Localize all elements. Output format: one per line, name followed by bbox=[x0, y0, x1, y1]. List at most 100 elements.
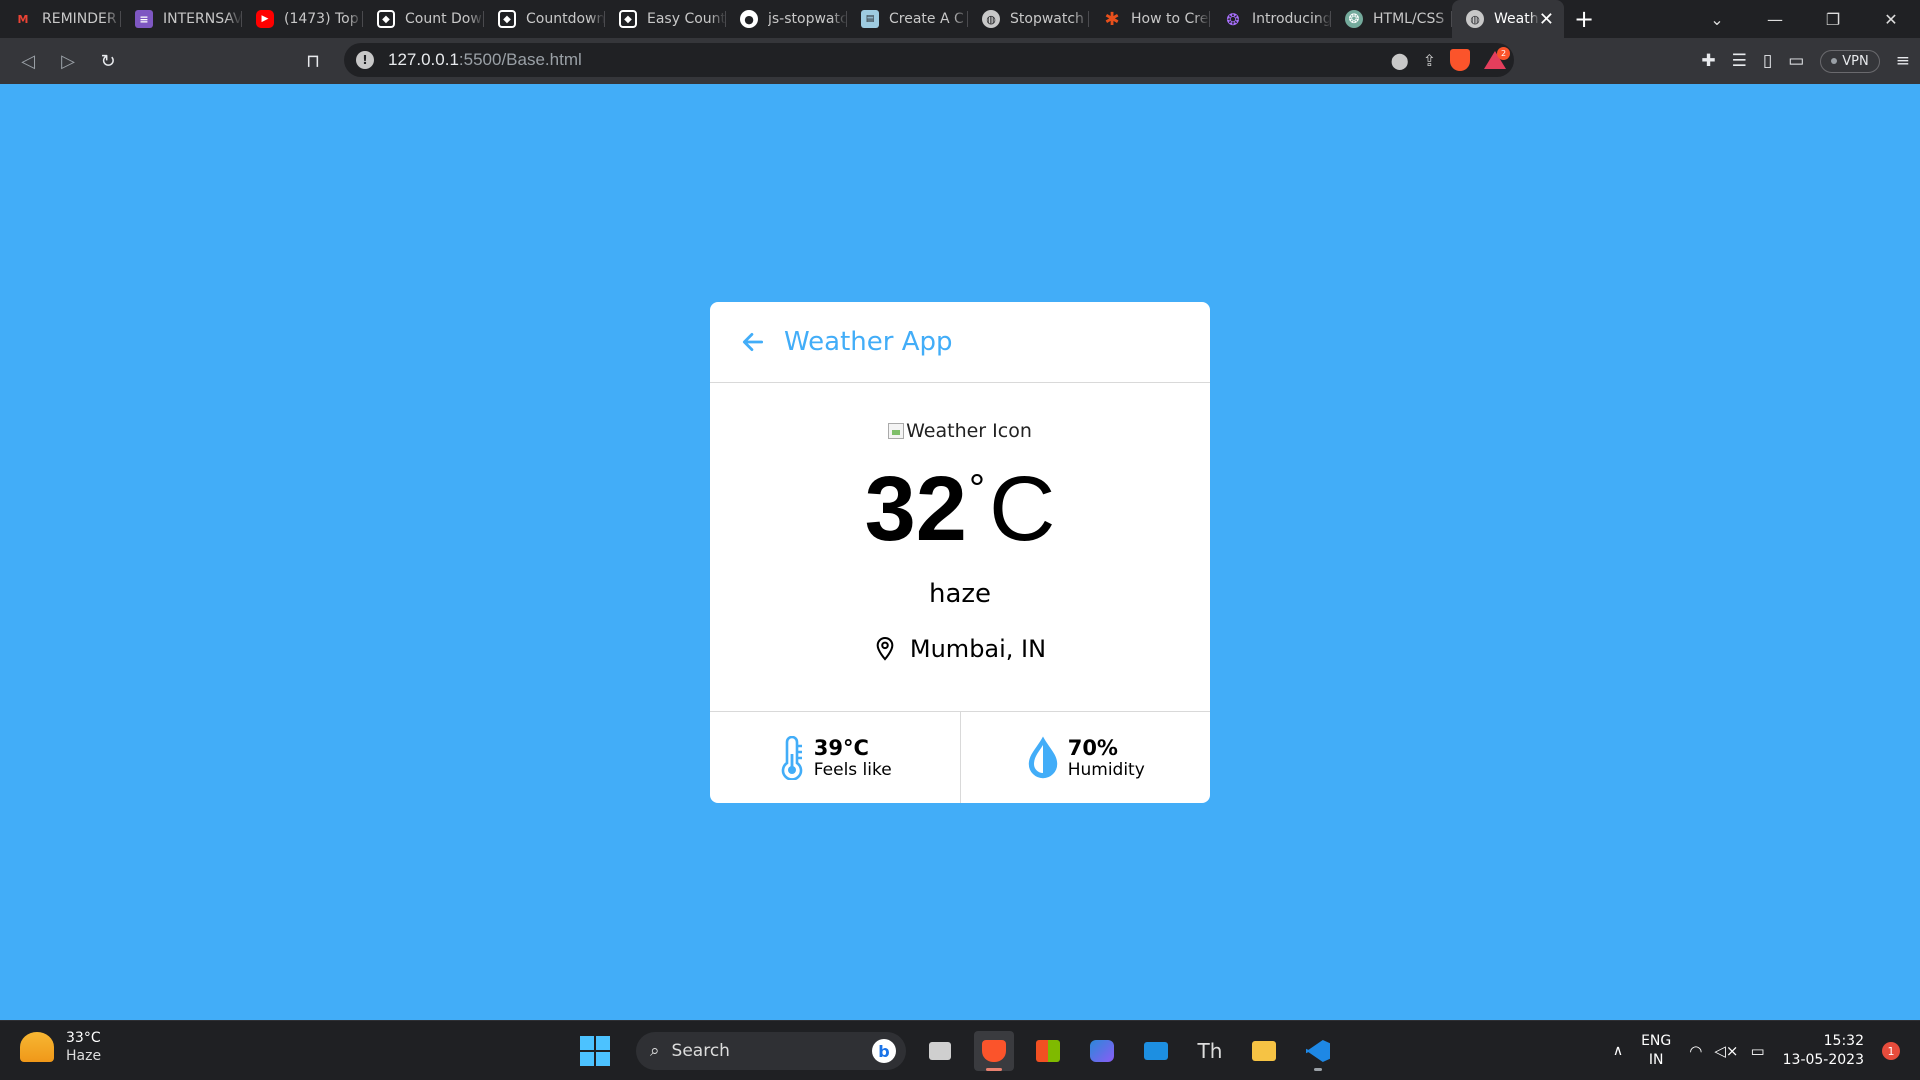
feels-like-label: Feels like bbox=[813, 759, 892, 780]
globe-icon: ◍ bbox=[982, 10, 1000, 28]
url-path: :5500/Base.html bbox=[458, 50, 582, 69]
battery-icon: ▭ bbox=[1750, 1042, 1765, 1060]
clock[interactable]: 15:32 13-05-2023 bbox=[1783, 1032, 1864, 1070]
tab-search-icon[interactable]: ⌄ bbox=[1688, 10, 1746, 29]
microsoft-store-icon[interactable] bbox=[1028, 1031, 1068, 1071]
language-indicator[interactable]: ENG IN bbox=[1641, 1032, 1671, 1070]
chevron-up-icon[interactable]: ∧ bbox=[1613, 1043, 1623, 1059]
tab-strip: M REMINDER ≡ INTERNSAV ▶ (1473) Top ◆ Co… bbox=[0, 0, 1920, 38]
tab-github[interactable]: ● js-stopwatc bbox=[726, 0, 847, 38]
tab-title: HTML/CSS bbox=[1373, 11, 1445, 27]
share-icon[interactable]: ⇪ bbox=[1423, 51, 1436, 70]
reload-icon[interactable]: ↻ bbox=[88, 41, 128, 81]
new-tab-button[interactable]: + bbox=[1564, 5, 1604, 33]
tab-codepen-3[interactable]: ◆ Easy Count bbox=[605, 0, 726, 38]
brave-shields-icon[interactable] bbox=[1450, 49, 1470, 71]
asterisk-icon: ✱ bbox=[1104, 8, 1120, 30]
feels-like-value: 39°C bbox=[813, 735, 869, 760]
forward-icon[interactable]: ▷ bbox=[48, 41, 88, 81]
weather-main: Weather Icon 32 ° C haze Mumbai, IN bbox=[710, 383, 1210, 712]
browser-toolbar: ◁ ▷ ↻ ⊓ ! 127.0.0.1:5500/Base.html ⬤ ⇪ 2… bbox=[0, 38, 1920, 84]
rewards-badge: 2 bbox=[1497, 47, 1510, 60]
openai-icon: ❂ bbox=[1226, 9, 1240, 29]
brave-browser-icon[interactable] bbox=[974, 1031, 1014, 1071]
tab-stopwatch[interactable]: ◍ Stopwatch bbox=[968, 0, 1089, 38]
tab-gmail[interactable]: M REMINDER bbox=[0, 0, 121, 38]
bing-icon[interactable]: b bbox=[872, 1039, 896, 1063]
location-pin-icon bbox=[876, 636, 894, 661]
globe-icon: ◍ bbox=[1466, 10, 1484, 28]
clock-date: 13-05-2023 bbox=[1782, 1052, 1864, 1068]
haze-sun-icon bbox=[20, 1032, 54, 1062]
sidebar-icon[interactable]: ▯ bbox=[1763, 51, 1772, 71]
tab-codepen-1[interactable]: ◆ Count Dow bbox=[363, 0, 484, 38]
tab-youtube[interactable]: ▶ (1473) Top bbox=[242, 0, 363, 38]
vpn-button[interactable]: VPN bbox=[1820, 49, 1880, 73]
tab-title: Introducing bbox=[1252, 11, 1331, 27]
close-icon[interactable]: ✕ bbox=[1539, 9, 1554, 30]
humidity: 70% Humidity bbox=[961, 712, 1211, 803]
url-host: 127.0.0.1 bbox=[388, 50, 459, 69]
tab-create[interactable]: ▤ Create A C bbox=[847, 0, 968, 38]
codepen-icon: ◆ bbox=[377, 10, 395, 28]
windows-start-icon[interactable] bbox=[580, 1036, 610, 1066]
volume-muted-icon: ◁× bbox=[1714, 1042, 1739, 1060]
file-explorer-icon[interactable] bbox=[1244, 1031, 1284, 1071]
language-code: ENG bbox=[1641, 1033, 1672, 1049]
wallet-icon[interactable]: ▭ bbox=[1788, 51, 1804, 71]
vpn-label: VPN bbox=[1842, 53, 1869, 69]
vscode-icon[interactable] bbox=[1298, 1031, 1338, 1071]
address-bar-actions: ⬤ ⇪ 2 bbox=[1391, 43, 1510, 77]
tab-title: (1473) Top bbox=[284, 11, 359, 27]
copilot-icon[interactable] bbox=[1082, 1031, 1122, 1071]
openai-icon: ❂ bbox=[1345, 10, 1363, 28]
restore-icon[interactable]: ❐ bbox=[1804, 10, 1862, 29]
bookmark-icon[interactable]: ⊓ bbox=[293, 41, 333, 81]
url-text[interactable]: 127.0.0.1:5500/Base.html bbox=[388, 50, 582, 70]
address-bar[interactable]: ! 127.0.0.1:5500/Base.html ⬤ ⇪ 2 bbox=[344, 43, 1514, 77]
back-arrow-icon[interactable] bbox=[740, 329, 766, 355]
tab-internsav[interactable]: ≡ INTERNSAV bbox=[121, 0, 242, 38]
task-view-icon[interactable] bbox=[920, 1031, 960, 1071]
mail-icon[interactable] bbox=[1136, 1031, 1176, 1071]
site-info-icon[interactable]: ! bbox=[356, 51, 374, 69]
menu-icon[interactable]: ≡ bbox=[1896, 51, 1910, 71]
tray-icons[interactable]: ◠ ◁× ▭ bbox=[1689, 1042, 1764, 1060]
page-icon: ▤ bbox=[861, 10, 879, 28]
minimize-icon[interactable]: — bbox=[1746, 10, 1804, 29]
taskbar-weather-widget[interactable]: 33°C Haze bbox=[20, 1029, 101, 1065]
humidity-value: 70% bbox=[1067, 735, 1118, 760]
language-region: IN bbox=[1648, 1052, 1664, 1068]
location-icon[interactable]: ⬤ bbox=[1391, 51, 1409, 70]
app-title: Weather App bbox=[784, 327, 953, 357]
back-icon[interactable]: ◁ bbox=[8, 41, 48, 81]
feels-like-text: 39°C Feels like bbox=[814, 736, 892, 780]
brave-rewards-icon[interactable]: 2 bbox=[1484, 47, 1510, 69]
taskbar-weather-text: 33°C Haze bbox=[66, 1029, 101, 1065]
tab-title: Easy Count bbox=[647, 11, 726, 27]
tab-title: REMINDER bbox=[42, 11, 117, 27]
humidity-label: Humidity bbox=[1067, 759, 1145, 780]
tab-howto[interactable]: ✱ How to Cre bbox=[1089, 0, 1210, 38]
taskbar-search[interactable]: ⌕ Search b bbox=[636, 1032, 906, 1070]
tab-introducing[interactable]: ❂ Introducing bbox=[1210, 0, 1331, 38]
feels-like: 39°C Feels like bbox=[710, 712, 961, 803]
location: Mumbai, IN bbox=[874, 635, 1046, 663]
tab-htmlcss[interactable]: ❂ HTML/CSS bbox=[1331, 0, 1452, 38]
temperature-value: 32 bbox=[864, 458, 967, 560]
fonts-icon[interactable]: Th bbox=[1190, 1031, 1230, 1071]
tab-title: Create A C bbox=[889, 11, 964, 27]
card-header: Weather App bbox=[710, 302, 1210, 383]
taskbar-apps: ⌕ Search b Th bbox=[580, 1029, 1338, 1073]
humidity-text: 70% Humidity bbox=[1068, 736, 1145, 780]
temperature-unit: C bbox=[988, 458, 1056, 560]
tab-weather-active[interactable]: ◍ Weathe ✕ bbox=[1452, 0, 1564, 38]
notification-badge[interactable]: 1 bbox=[1882, 1042, 1900, 1060]
search-icon: ⌕ bbox=[650, 1041, 660, 1061]
list-icon: ≡ bbox=[135, 10, 153, 28]
close-window-icon[interactable]: ✕ bbox=[1862, 10, 1920, 29]
taskbar-weather-desc: Haze bbox=[66, 1048, 102, 1064]
extensions-icon[interactable]: ✚ bbox=[1701, 51, 1715, 71]
playlist-icon[interactable]: ☰ bbox=[1732, 51, 1747, 71]
tab-codepen-2[interactable]: ◆ Countdown bbox=[484, 0, 605, 38]
